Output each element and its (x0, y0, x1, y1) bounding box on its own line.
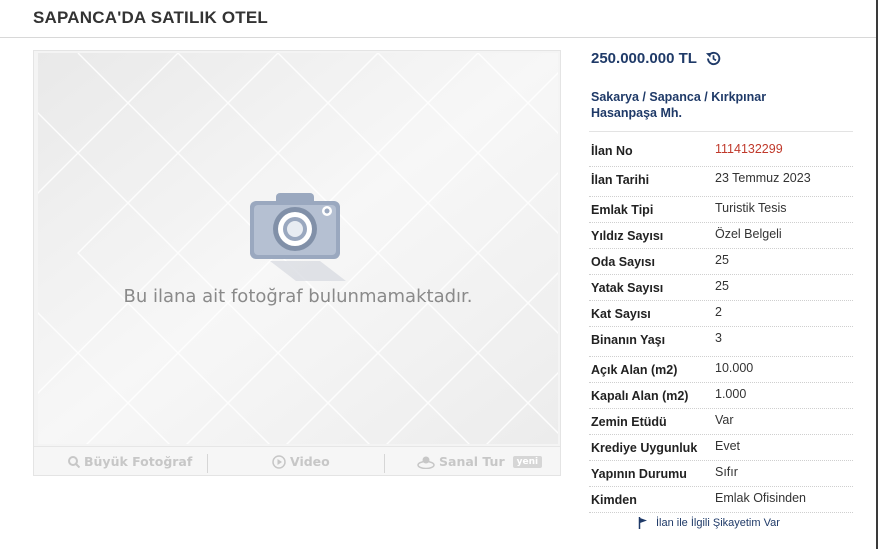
detail-value: Turistik Tesis (715, 201, 787, 215)
detail-label: Kapalı Alan (m2) (591, 389, 689, 403)
detail-row: Yıldız Sayısı Özel Belgeli (589, 223, 853, 249)
video-label: Video (290, 454, 330, 469)
detail-value: 1114132299 (715, 142, 783, 156)
play-icon (272, 454, 286, 469)
toolbar-divider (207, 454, 208, 473)
detail-row: Binanın Yaşı 3 (589, 327, 853, 357)
detail-label: Yapının Durumu (591, 467, 687, 481)
flag-icon (638, 517, 647, 529)
location-line-1[interactable]: Sakarya / Sapanca / Kırkpınar (591, 89, 851, 105)
title-bar: SAPANCA'DA SATILIK OTEL (0, 0, 878, 38)
detail-row: İlan No 1114132299 (589, 138, 853, 167)
detail-value: Özel Belgeli (715, 227, 782, 241)
detail-row: Zemin Etüdü Var (589, 409, 853, 435)
detail-value: 2 (715, 305, 722, 319)
detail-value: Sıfır (715, 465, 738, 479)
detail-row: İlan Tarihi 23 Temmuz 2023 (589, 167, 853, 197)
divider (589, 131, 853, 132)
price: 250.000.000 TL (591, 50, 722, 67)
photo-panel: Bu ilana ait fotoğraf bulunmamaktadır. B… (33, 50, 561, 476)
price-value: 250.000.000 TL (591, 50, 697, 67)
detail-value: 3 (715, 331, 722, 345)
camera-icon (250, 193, 346, 281)
detail-label: Kimden (591, 493, 637, 507)
details-table: İlan No 1114132299 İlan Tarihi 23 Temmuz 20… (589, 138, 853, 513)
detail-label: Yıldız Sayısı (591, 229, 664, 243)
detail-value: Var (715, 413, 734, 427)
detail-value: 10.000 (715, 361, 754, 375)
detail-label: Krediye Uygunluk (591, 441, 698, 455)
detail-row: Yapının Durumu Sıfır (589, 461, 853, 487)
virtual-tour-icon (417, 456, 435, 469)
magnifier-icon (68, 455, 80, 468)
detail-row: Krediye Uygunluk Evet (589, 435, 853, 461)
listing-title: SAPANCA'DA SATILIK OTEL (33, 8, 268, 27)
photo-toolbar: Büyük Fotoğraf Video Sanal Tur yeni (34, 446, 560, 475)
virtual-tour-button[interactable]: Sanal Tur yeni (417, 454, 543, 469)
large-photo-label: Büyük Fotoğraf (84, 454, 193, 469)
detail-row: Oda Sayısı 25 (589, 249, 853, 275)
photo-placeholder: Bu ilana ait fotoğraf bulunmamaktadır. (38, 53, 558, 444)
price-history-icon[interactable] (705, 50, 722, 67)
detail-label: Binanın Yaşı (591, 333, 666, 347)
detail-label: Açık Alan (m2) (591, 363, 678, 377)
detail-value: 1.000 (715, 387, 747, 401)
detail-label: Emlak Tipi (591, 203, 654, 217)
location-line-2[interactable]: Hasanpaşa Mh. (591, 105, 851, 121)
new-badge: yeni (512, 455, 543, 468)
detail-row: Yatak Sayısı 25 (589, 275, 853, 301)
detail-label: Yatak Sayısı (591, 281, 664, 295)
complaint-label: İlan ile İlgili Şikayetim Var (656, 517, 780, 529)
no-photo-message: Bu ilana ait fotoğraf bulunmamaktadır. (123, 286, 473, 307)
toolbar-divider (384, 454, 385, 473)
virtual-tour-label: Sanal Tur (439, 454, 505, 469)
detail-row: Kimden Emlak Ofisinden (589, 487, 853, 513)
detail-value: 23 Temmuz 2023 (715, 171, 811, 185)
detail-value: Emlak Ofisinden (715, 491, 807, 505)
detail-label: Kat Sayısı (591, 307, 651, 321)
detail-value: 25 (715, 279, 729, 293)
detail-row: Açık Alan (m2) 10.000 (589, 357, 853, 383)
detail-value: 25 (715, 253, 729, 267)
detail-row: Emlak Tipi Turistik Tesis (589, 197, 853, 223)
location-breadcrumb: Sakarya / Sapanca / Kırkpınar Hasanpaşa … (591, 89, 851, 121)
complaint-link[interactable]: İlan ile İlgili Şikayetim Var (638, 517, 780, 529)
detail-row: Kat Sayısı 2 (589, 301, 853, 327)
detail-label: Zemin Etüdü (591, 415, 667, 429)
detail-row: Kapalı Alan (m2) 1.000 (589, 383, 853, 409)
detail-value: Evet (715, 439, 741, 453)
detail-label: İlan Tarihi (591, 173, 650, 187)
detail-label: İlan No (591, 144, 633, 158)
detail-label: Oda Sayısı (591, 255, 655, 269)
video-button[interactable]: Video (272, 454, 330, 469)
large-photo-button[interactable]: Büyük Fotoğraf (68, 454, 192, 469)
